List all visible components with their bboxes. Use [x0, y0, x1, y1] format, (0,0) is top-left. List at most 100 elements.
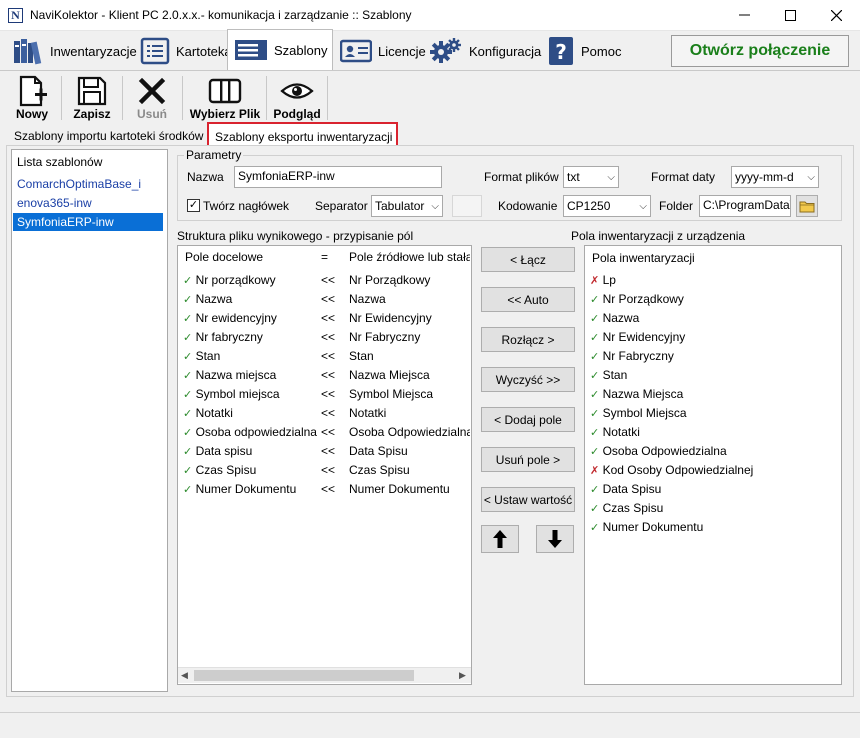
- template-name-input[interactable]: SymfoniaERP-inw: [234, 166, 442, 188]
- separator-select[interactable]: Tabulator ⌵: [371, 195, 443, 217]
- move-down-button[interactable]: [536, 525, 574, 553]
- remove-field-button[interactable]: Usuń pole >: [481, 447, 575, 472]
- save-button-label: Zapisz: [73, 107, 111, 121]
- list-item[interactable]: enova365-inw: [17, 196, 92, 210]
- date-format-select[interactable]: yyyy-mm-d ⌵: [731, 166, 819, 188]
- list-item[interactable]: ✓ Stan: [590, 368, 627, 382]
- preview-button[interactable]: Podgląd: [270, 73, 324, 123]
- list-item[interactable]: ✗ Kod Osoby Odpowiedzialnej: [590, 463, 753, 477]
- create-header-checkbox[interactable]: ✓: [187, 199, 200, 212]
- move-up-button[interactable]: [481, 525, 519, 553]
- check-icon: ✓: [590, 522, 600, 534]
- inventory-field-label: Nr Fabryczny: [602, 349, 674, 363]
- list-item[interactable]: ✓ Nazwa: [590, 311, 639, 325]
- connect-field-button[interactable]: < Łącz: [481, 247, 575, 272]
- status-bar: [0, 712, 860, 738]
- check-icon: ✓: [590, 294, 600, 306]
- list-item[interactable]: ✓ Czas Spisu: [590, 501, 663, 515]
- tab-konfiguracja[interactable]: Konfiguracja: [423, 33, 541, 69]
- list-item[interactable]: ✓ Nr Fabryczny: [590, 349, 674, 363]
- maximize-button[interactable]: [767, 0, 813, 30]
- list-item-selected[interactable]: SymfoniaERP-inw: [13, 213, 163, 231]
- scroll-left-icon[interactable]: ◀: [181, 670, 188, 681]
- column-header-equals: =: [321, 250, 329, 264]
- check-icon: ✓: [590, 351, 600, 363]
- delete-button[interactable]: Usuń: [126, 73, 178, 123]
- list-item[interactable]: ✓ Osoba Odpowiedzialna: [590, 444, 727, 458]
- tab-kartoteka[interactable]: Kartoteka: [134, 33, 232, 69]
- target-field: Nazwa miejsca: [195, 368, 277, 382]
- file-format-value: txt: [567, 170, 580, 184]
- check-icon: ✓: [590, 370, 600, 382]
- check-icon: ✓: [183, 427, 193, 439]
- list-item[interactable]: ComarchOptimaBase_i: [17, 177, 141, 191]
- source-field: Symbol Miejsca: [349, 387, 434, 401]
- table-cell-source: Nr Fabryczny: [349, 330, 470, 344]
- table-cell-op: <<: [321, 463, 335, 477]
- target-field: Numer Dokumentu: [195, 482, 297, 496]
- auto-connect-button[interactable]: << Auto: [481, 287, 575, 312]
- inventory-field-label: Stan: [602, 368, 628, 382]
- tab-pomoc[interactable]: ? Pomoc: [541, 33, 627, 69]
- list-icon: [140, 37, 170, 65]
- tab-licencje[interactable]: Licencje: [334, 33, 426, 69]
- disconnect-button[interactable]: Rozłącz >: [481, 327, 575, 352]
- list-item[interactable]: ✓ Nazwa Miejsca: [590, 387, 683, 401]
- source-field: Data Spisu: [349, 444, 408, 458]
- table-cell-op: <<: [321, 330, 335, 344]
- scroll-right-icon[interactable]: ▶: [459, 670, 466, 681]
- table-cell-op: <<: [321, 292, 335, 306]
- clear-button[interactable]: Wyczyść >>: [481, 367, 575, 392]
- browse-folder-button[interactable]: [796, 195, 818, 217]
- toolbar-separator: [61, 76, 62, 120]
- table-cell-source: Nr Ewidencyjny: [349, 311, 470, 325]
- check-icon: ✓: [590, 427, 600, 439]
- minimize-button[interactable]: [721, 0, 767, 30]
- list-item[interactable]: ✓ Numer Dokumentu: [590, 520, 703, 534]
- svg-text:?: ?: [555, 40, 567, 64]
- list-item[interactable]: ✓ Nr Ewidencyjny: [590, 330, 685, 344]
- choose-file-button[interactable]: Wybierz Plik: [188, 73, 262, 123]
- open-connection-button[interactable]: Otwórz połączenie: [671, 35, 849, 67]
- books-icon: [14, 39, 42, 65]
- check-icon: ✓: [590, 484, 600, 496]
- separator-custom-input[interactable]: [452, 195, 482, 217]
- add-field-button[interactable]: < Dodaj pole: [481, 407, 575, 432]
- list-item[interactable]: ✓ Nr Porządkowy: [590, 292, 684, 306]
- separator-label: Separator: [315, 199, 368, 213]
- new-document-icon: [19, 75, 47, 107]
- save-button[interactable]: Zapisz: [66, 73, 118, 123]
- target-field: Nr porządkowy: [195, 273, 276, 287]
- source-field: Nr Porządkowy: [349, 273, 431, 287]
- target-field: Nazwa: [195, 292, 233, 306]
- assign-operator: <<: [321, 387, 336, 401]
- structure-title: Struktura pliku wynikowego - przypisanie…: [177, 229, 414, 243]
- assign-operator: <<: [321, 482, 336, 496]
- delete-x-icon: [138, 77, 166, 105]
- encoding-select[interactable]: CP1250 ⌵: [563, 195, 651, 217]
- table-cell-op: <<: [321, 273, 335, 287]
- list-item[interactable]: ✓ Symbol Miejsca: [590, 406, 687, 420]
- table-cell-source: Nr Porządkowy: [349, 273, 470, 287]
- source-field: Nazwa: [349, 292, 386, 306]
- chevron-down-icon: ⌵: [807, 171, 815, 183]
- table-cell-op: <<: [321, 444, 335, 458]
- set-value-button[interactable]: < Ustaw wartość: [481, 487, 575, 512]
- scrollbar-thumb[interactable]: [194, 670, 414, 681]
- table-cell-target: ✓ Nr fabryczny: [183, 330, 263, 344]
- close-button[interactable]: [813, 0, 859, 30]
- list-item[interactable]: ✓ Notatki: [590, 425, 640, 439]
- list-item[interactable]: ✗ Lp: [590, 273, 616, 287]
- folder-input[interactable]: C:\ProgramData\: [699, 195, 791, 217]
- tab-szablony[interactable]: Szablony: [227, 29, 333, 70]
- encoding-value: CP1250: [567, 199, 611, 213]
- new-button[interactable]: Nowy: [8, 73, 56, 123]
- assign-operator: <<: [321, 368, 336, 382]
- inventory-field-label: Kod Osoby Odpowiedzialnej: [602, 463, 754, 477]
- date-format-value: yyyy-mm-d: [735, 170, 794, 184]
- list-item[interactable]: ✓ Data Spisu: [590, 482, 661, 496]
- tab-inwentaryzacje[interactable]: Inwentaryzacje: [6, 33, 137, 69]
- inventory-field-label: Czas Spisu: [602, 501, 664, 515]
- file-format-select[interactable]: txt ⌵: [563, 166, 619, 188]
- check-icon: ✓: [590, 332, 600, 344]
